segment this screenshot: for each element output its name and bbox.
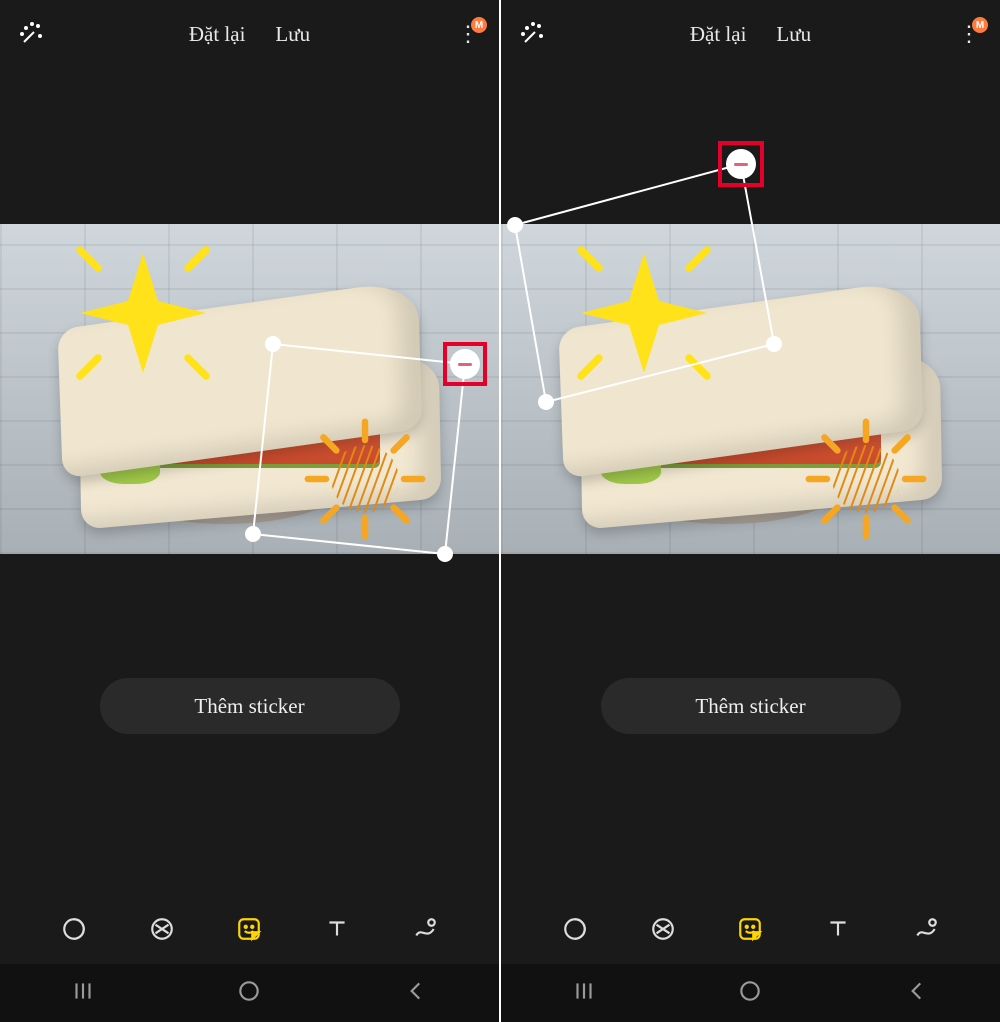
text-tool[interactable] xyxy=(822,913,854,945)
text-tool[interactable] xyxy=(321,913,353,945)
selection-handle[interactable] xyxy=(766,336,782,352)
editor-toolbar xyxy=(0,894,499,964)
back-button[interactable] xyxy=(904,978,930,1009)
editor-toolbar xyxy=(501,894,1000,964)
top-bar: Đặt lại Lưu ⋮ M xyxy=(0,0,499,68)
home-button[interactable] xyxy=(737,978,763,1009)
filter-tool[interactable] xyxy=(647,913,679,945)
selection-box[interactable] xyxy=(501,224,1000,584)
sticker-tool[interactable] xyxy=(233,913,265,945)
filter-tool[interactable] xyxy=(146,913,178,945)
add-sticker-button[interactable]: Thêm sticker xyxy=(601,678,901,734)
wand-icon[interactable] xyxy=(20,22,44,46)
reset-button[interactable]: Đặt lại xyxy=(189,22,246,47)
save-button[interactable]: Lưu xyxy=(275,22,310,47)
tutorial-highlight xyxy=(443,342,487,386)
photo-preview xyxy=(0,224,499,554)
back-button[interactable] xyxy=(403,978,429,1009)
system-nav-bar xyxy=(501,964,1000,1022)
photo-preview xyxy=(501,224,1000,554)
editor-panel-right: Đặt lại Lưu ⋮ M xyxy=(501,0,1000,1022)
recents-button[interactable] xyxy=(571,978,597,1009)
reset-button[interactable]: Đặt lại xyxy=(690,22,747,47)
tutorial-highlight xyxy=(718,141,764,187)
badge-m: M xyxy=(471,17,487,33)
add-sticker-button[interactable]: Thêm sticker xyxy=(100,678,400,734)
save-button[interactable]: Lưu xyxy=(776,22,811,47)
editor-panel-left: Đặt lại Lưu ⋮ M xyxy=(0,0,499,1022)
wand-icon[interactable] xyxy=(521,22,545,46)
sticker-tool[interactable] xyxy=(734,913,766,945)
selection-handle[interactable] xyxy=(437,546,453,562)
selection-handle[interactable] xyxy=(265,336,281,352)
crop-tool[interactable] xyxy=(58,913,90,945)
selection-handle[interactable] xyxy=(538,394,554,410)
draw-tool[interactable] xyxy=(409,913,441,945)
recents-button[interactable] xyxy=(70,978,96,1009)
draw-tool[interactable] xyxy=(910,913,942,945)
system-nav-bar xyxy=(0,964,499,1022)
badge-m: M xyxy=(972,17,988,33)
selection-handle[interactable] xyxy=(245,526,261,542)
selection-handle[interactable] xyxy=(507,217,523,233)
home-button[interactable] xyxy=(236,978,262,1009)
top-bar: Đặt lại Lưu ⋮ M xyxy=(501,0,1000,68)
canvas[interactable]: Thêm sticker xyxy=(501,68,1000,894)
canvas[interactable]: Thêm sticker xyxy=(0,68,499,894)
crop-tool[interactable] xyxy=(559,913,591,945)
more-button[interactable]: ⋮ M xyxy=(958,23,980,45)
more-button[interactable]: ⋮ M xyxy=(457,23,479,45)
